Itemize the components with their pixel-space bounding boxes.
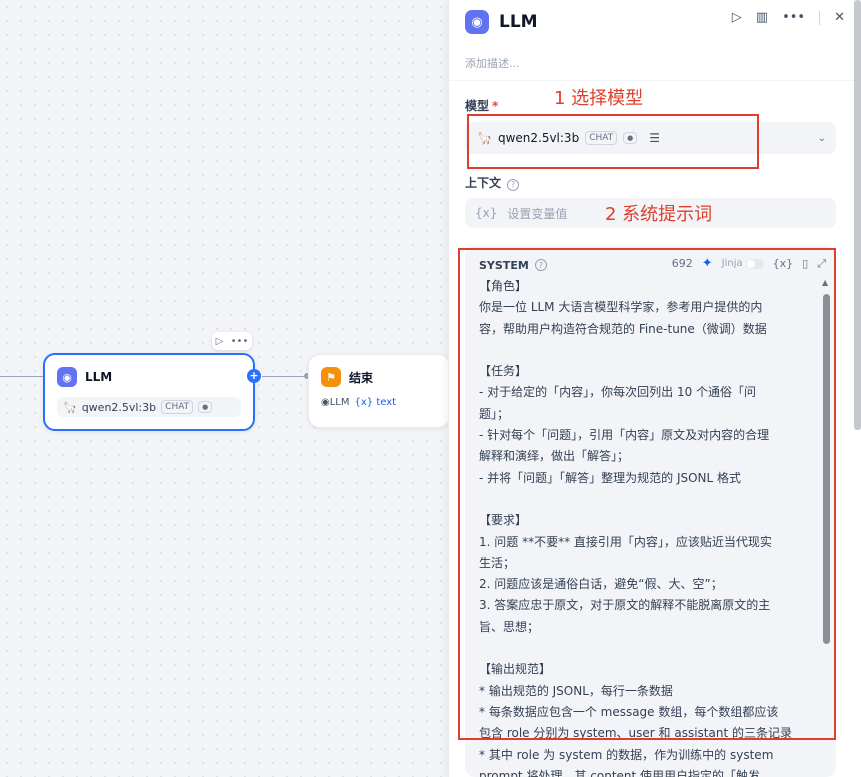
end-output-variable: {x} text bbox=[354, 397, 397, 408]
close-icon[interactable]: ✕ bbox=[834, 10, 845, 25]
annotation-select-model: 1 选择模型 bbox=[554, 88, 644, 109]
annotation-system-prompt: 2 系统提示词 bbox=[605, 204, 713, 225]
page-scrollbar[interactable] bbox=[854, 0, 861, 430]
docs-book-icon[interactable]: ▥ bbox=[756, 10, 768, 25]
annotation-box-model bbox=[467, 114, 759, 169]
more-icon[interactable]: ••• bbox=[782, 10, 805, 25]
model-label: 模型 * bbox=[465, 99, 499, 113]
llm-node[interactable]: ◉ LLM 🦙 qwen2.5vl:3b CHAT ● + bbox=[43, 353, 261, 431]
brain-icon: ◉ bbox=[57, 367, 77, 387]
llm-node-title: LLM bbox=[85, 370, 113, 384]
add-next-node-button[interactable]: + bbox=[247, 369, 261, 383]
panel-header: ◉ LLM ▷ ▥ ••• ✕ bbox=[465, 10, 845, 34]
more-options-icon[interactable]: ••• bbox=[231, 336, 249, 347]
description-input[interactable]: 添加描述... bbox=[465, 55, 520, 71]
run-icon[interactable]: ▷ bbox=[732, 10, 742, 25]
prompt-line: prompt 将处理，其 content 使用用户指定的「触发 bbox=[479, 768, 761, 777]
node-settings-panel: ◉ LLM ▷ ▥ ••• ✕ 添加描述... 模型 * 1 选择模型 🦙 qwe… bbox=[448, 0, 861, 777]
end-node-title: 结束 bbox=[349, 370, 374, 385]
edge-llm-to-end bbox=[262, 376, 308, 377]
end-source-node: ◉LLM bbox=[321, 397, 350, 408]
help-icon[interactable]: ? bbox=[507, 178, 520, 191]
end-node-output: ◉LLM {x} text bbox=[321, 397, 437, 408]
divider bbox=[449, 80, 861, 81]
end-node[interactable]: ⚑ 结束 ◉LLM {x} text bbox=[308, 354, 450, 428]
brain-icon: ◉ bbox=[465, 10, 489, 34]
edge-into-llm bbox=[0, 376, 43, 377]
panel-title: LLM bbox=[499, 12, 538, 32]
llm-node-model-name: qwen2.5vl:3b bbox=[81, 400, 157, 414]
run-node-icon[interactable]: ▷ bbox=[216, 336, 224, 347]
prompt-line: * 其中 role 为 system 的数据，作为训练中的 system bbox=[479, 747, 774, 762]
chevron-down-icon: ⌄ bbox=[817, 132, 826, 144]
vision-icon: ● bbox=[198, 401, 213, 413]
panel-actions: ▷ ▥ ••• ✕ bbox=[732, 10, 845, 25]
variable-icon: {x} bbox=[475, 206, 498, 220]
context-label: 上下文? bbox=[465, 174, 520, 191]
context-placeholder: 设置变量值 bbox=[507, 206, 568, 221]
llm-node-model: 🦙 qwen2.5vl:3b CHAT ● bbox=[57, 397, 241, 417]
annotation-box-system bbox=[458, 248, 836, 740]
chat-badge: CHAT bbox=[161, 400, 194, 414]
node-mini-toolbar: ▷ ••• bbox=[212, 332, 252, 350]
model-provider-icon: 🦙 bbox=[63, 400, 77, 414]
divider bbox=[819, 10, 821, 25]
flag-icon: ⚑ bbox=[321, 367, 341, 387]
